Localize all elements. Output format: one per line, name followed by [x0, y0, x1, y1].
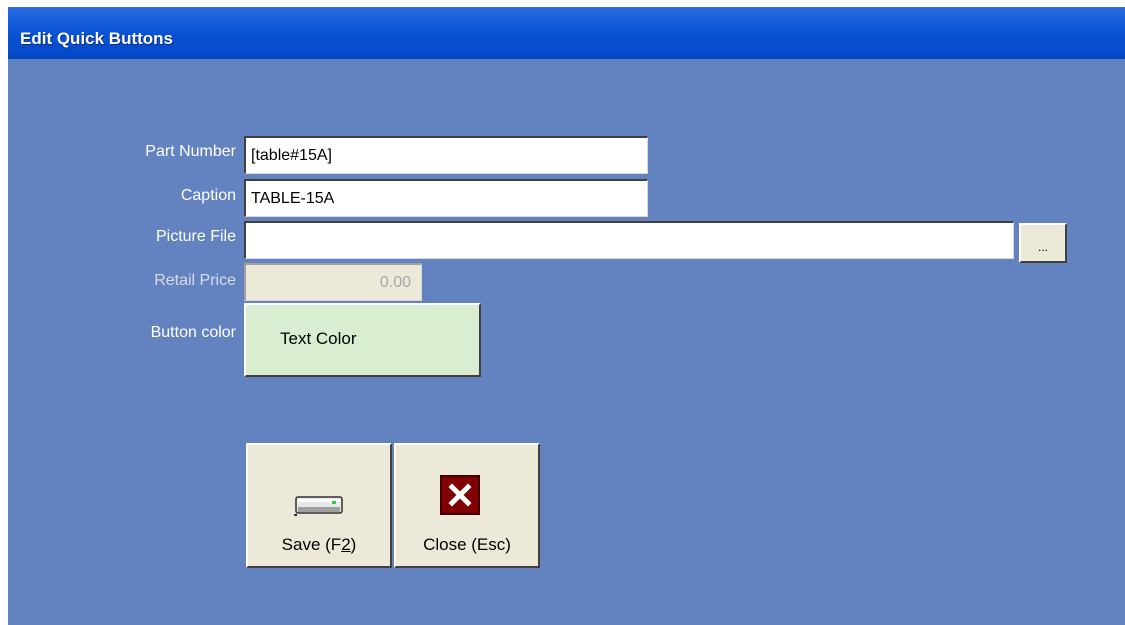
browse-picture-button[interactable]: ... [1019, 223, 1067, 263]
save-button[interactable]: Save (F2) [246, 443, 392, 568]
part-number-input[interactable] [244, 136, 648, 174]
close-icon [440, 475, 480, 515]
picture-file-label: Picture File [155, 228, 236, 245]
save-caption: Save (F2) [281, 535, 357, 554]
retail-price-label: Retail Price [154, 272, 236, 289]
button-color-label: Button color [150, 324, 236, 341]
browse-ellipsis: ... [1037, 240, 1048, 254]
caption-input[interactable] [244, 179, 648, 217]
picture-file-input[interactable] [244, 221, 1014, 259]
close-caption: Close (Esc) [423, 535, 511, 554]
button-color-picker[interactable]: Text Color [244, 303, 481, 377]
save-icon [294, 496, 343, 516]
close-button[interactable]: Close (Esc) [394, 443, 540, 568]
text-color-label: Text Color [280, 329, 357, 348]
part-number-label: Part Number [145, 143, 236, 160]
labels-column: Part Number Caption Picture File Retail … [8, 7, 236, 625]
caption-label: Caption [180, 187, 236, 204]
edit-quick-buttons-window: Edit Quick Buttons Part Number Caption P… [8, 7, 1125, 625]
retail-price-input [244, 263, 422, 301]
